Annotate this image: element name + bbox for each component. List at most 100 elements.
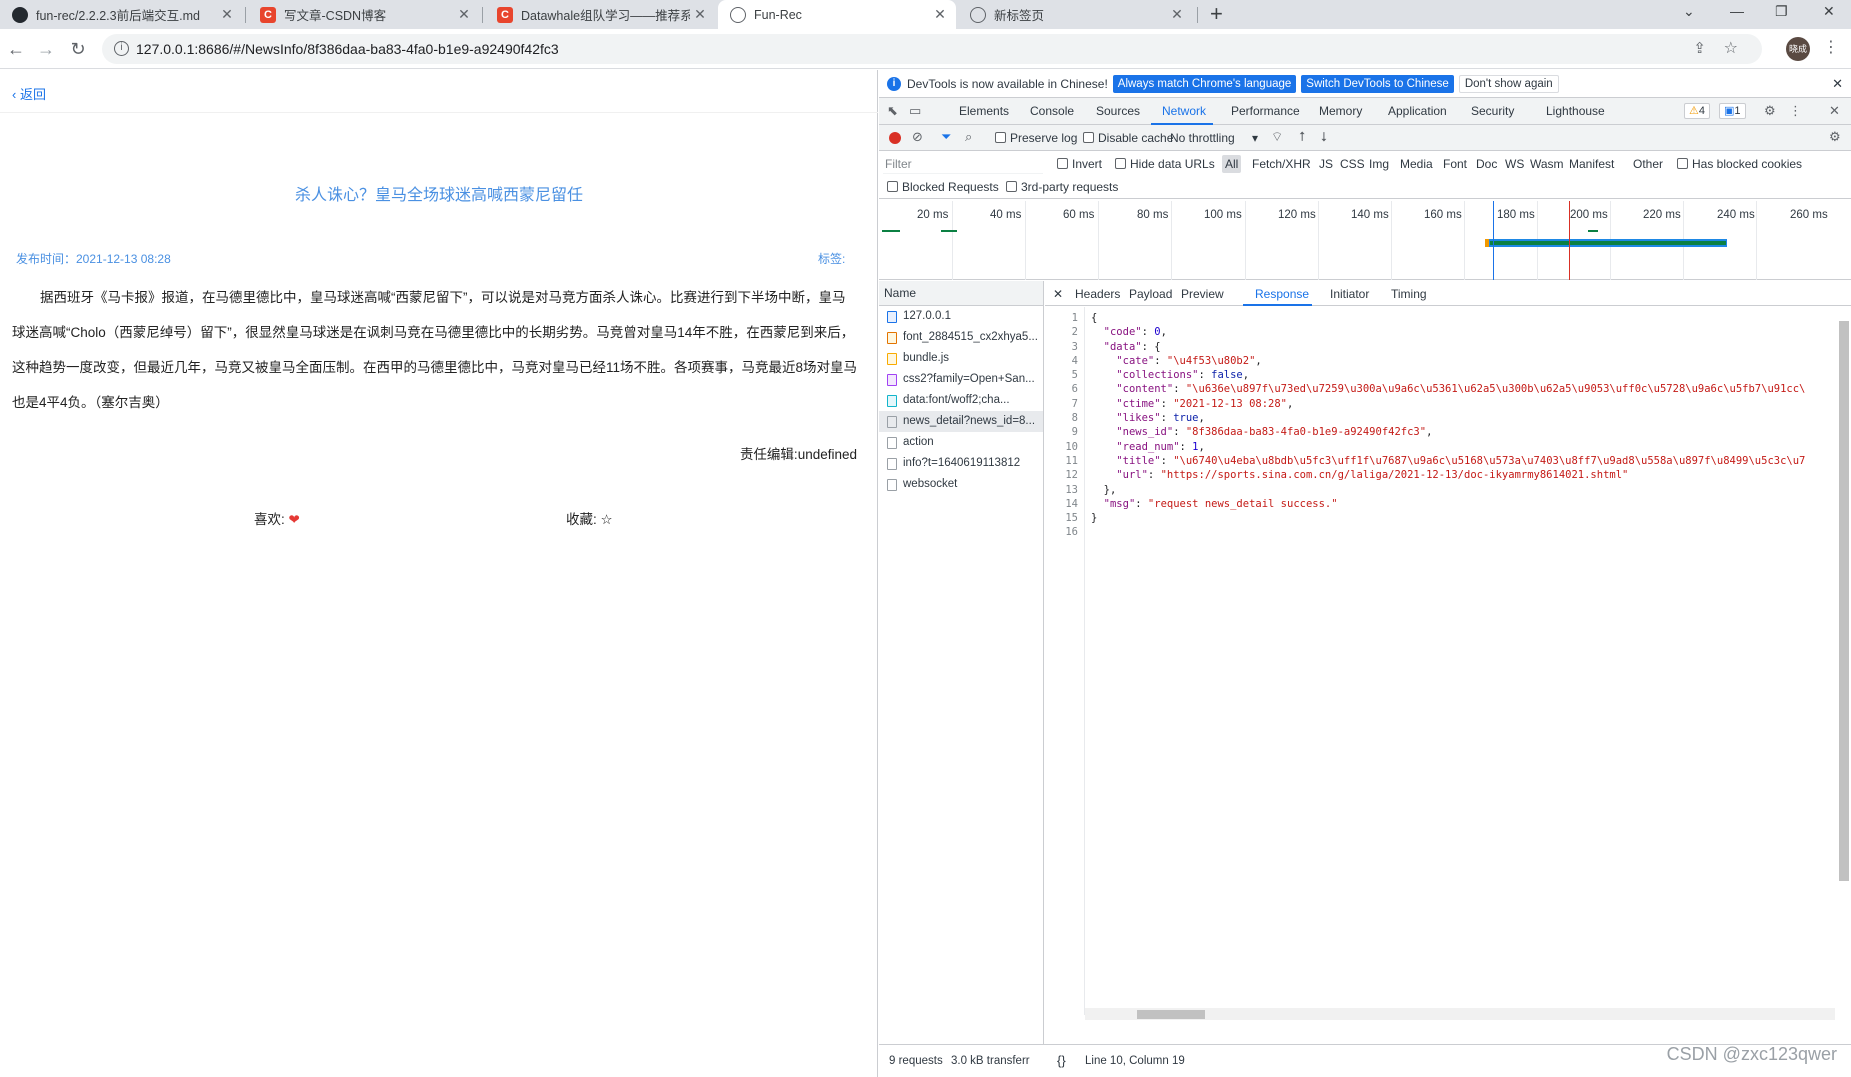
tab-application[interactable]: Application	[1388, 104, 1447, 118]
filter-icon[interactable]: ⏷	[941, 129, 951, 145]
request-row[interactable]: websocket	[879, 474, 1043, 495]
tab-memory[interactable]: Memory	[1319, 104, 1362, 118]
vertical-scrollbar[interactable]	[1839, 321, 1849, 881]
likes-control[interactable]: 喜欢: ❤	[254, 508, 300, 528]
filter-type-ws[interactable]: WS	[1505, 157, 1524, 171]
invert-checkbox[interactable]: Invert	[1057, 157, 1102, 171]
filter-type-css[interactable]: CSS	[1340, 157, 1365, 171]
device-toolbar-icon[interactable]: ▭	[909, 103, 921, 119]
response-json-text[interactable]: { "code": 0, "data": { "cate": "\u4f53\u…	[1091, 311, 1805, 540]
tab-network[interactable]: Network	[1162, 104, 1206, 118]
request-row[interactable]: action	[879, 432, 1043, 453]
site-info-icon[interactable]: i	[114, 41, 129, 56]
switch-to-chinese-button[interactable]: Switch DevTools to Chinese	[1301, 74, 1454, 93]
share-icon[interactable]: ⇪	[1693, 39, 1706, 57]
throttling-select[interactable]: No throttling ▾	[1170, 131, 1258, 145]
tab-search-chevron-icon[interactable]: ⌄	[1683, 3, 1695, 20]
blocked-requests-checkbox[interactable]: Blocked Requests	[887, 180, 999, 194]
minimize-button[interactable]: —	[1730, 3, 1744, 19]
request-row[interactable]: css2?family=Open+San...	[879, 369, 1043, 390]
always-match-language-button[interactable]: Always match Chrome's language	[1112, 74, 1297, 93]
tab-timing[interactable]: Timing	[1391, 287, 1427, 301]
tab-payload[interactable]: Payload	[1129, 287, 1172, 301]
close-devtools-icon[interactable]: ✕	[1829, 103, 1840, 119]
star-outline-icon[interactable]: ☆	[601, 512, 613, 527]
avatar[interactable]: 晓成	[1786, 37, 1810, 61]
browser-tab-datawhale[interactable]: C Datawhale组队学习——推荐系 ✕	[485, 0, 716, 29]
back-link[interactable]: ‹ 返回	[12, 84, 46, 103]
request-row[interactable]: bundle.js	[879, 348, 1043, 369]
url-text[interactable]: 127.0.0.1:8686/#/NewsInfo/8f386daa-ba83-…	[136, 41, 559, 57]
network-settings-gear-icon[interactable]: ⚙	[1829, 129, 1841, 145]
request-row-selected[interactable]: news_detail?news_id=8...	[879, 411, 1043, 432]
request-row[interactable]: font_2884515_cx2xhya5...	[879, 327, 1043, 348]
tab-lighthouse[interactable]: Lighthouse	[1546, 104, 1605, 118]
browser-tab-csdn-write[interactable]: C 写文章-CSDN博客 ✕	[248, 0, 480, 29]
record-icon[interactable]	[889, 132, 901, 144]
address-bar[interactable]: i 127.0.0.1:8686/#/NewsInfo/8f386daa-ba8…	[102, 34, 1762, 64]
filter-type-fetch-xhr[interactable]: Fetch/XHR	[1252, 157, 1311, 171]
network-timeline-overview[interactable]: 20 ms 40 ms 60 ms 80 ms 100 ms 120 ms 14…	[879, 201, 1851, 280]
hide-data-urls-checkbox[interactable]: Hide data URLs	[1115, 157, 1215, 171]
more-options-icon[interactable]: ⋮	[1789, 103, 1802, 119]
tab-security[interactable]: Security	[1471, 104, 1514, 118]
tab-initiator[interactable]: Initiator	[1330, 287, 1369, 301]
filter-type-doc[interactable]: Doc	[1476, 157, 1497, 171]
request-row[interactable]: info?t=1640619113812	[879, 453, 1043, 474]
settings-gear-icon[interactable]: ⚙	[1764, 103, 1776, 119]
pretty-print-icon[interactable]: {}	[1057, 1053, 1066, 1068]
clear-icon[interactable]: ⊘	[912, 129, 923, 145]
close-icon[interactable]: ✕	[690, 6, 710, 23]
request-row[interactable]: data:font/woff2;cha...	[879, 390, 1043, 411]
tab-preview[interactable]: Preview	[1181, 287, 1224, 301]
column-header-name[interactable]: Name	[879, 281, 1043, 306]
close-icon[interactable]: ✕	[1167, 6, 1187, 23]
bookmark-star-icon[interactable]: ☆	[1724, 38, 1738, 58]
collect-control[interactable]: 收藏: ☆	[566, 508, 613, 528]
browser-tab-fun-rec[interactable]: Fun-Rec ✕	[718, 0, 956, 29]
browser-tab-fun-rec-md[interactable]: fun-rec/2.2.2.3前后端交互.md ✕	[0, 0, 243, 29]
filter-type-media[interactable]: Media	[1400, 157, 1433, 171]
network-conditions-icon[interactable]: ⌔	[1271, 129, 1283, 145]
filter-type-js[interactable]: JS	[1319, 157, 1333, 171]
inspect-element-icon[interactable]: ⬉	[887, 103, 898, 119]
export-har-icon[interactable]: ⭣	[1321, 129, 1327, 145]
tab-elements[interactable]: Elements	[959, 104, 1009, 118]
filter-type-font[interactable]: Font	[1443, 157, 1467, 171]
window-close-button[interactable]: ✕	[1823, 3, 1835, 20]
restore-button[interactable]: ❐	[1775, 3, 1788, 20]
tab-headers[interactable]: Headers	[1075, 287, 1120, 301]
filter-type-img[interactable]: Img	[1369, 157, 1389, 171]
search-icon[interactable]: ⌕	[965, 129, 972, 145]
has-blocked-cookies-checkbox[interactable]: Has blocked cookies	[1677, 157, 1802, 171]
filter-type-other[interactable]: Other	[1633, 157, 1663, 171]
messages-badge[interactable]: ▣1	[1719, 103, 1746, 119]
filter-input[interactable]: Filter	[883, 154, 1043, 174]
disable-cache-checkbox[interactable]: Disable cache	[1083, 131, 1173, 145]
response-body[interactable]: 1 2 3 4 5 6 7 8 9 10 11 12 13 14 15 16 { "code": 0, "da…	[1045, 307, 1835, 1015]
tab-console[interactable]: Console	[1030, 104, 1074, 118]
filter-type-manifest[interactable]: Manifest	[1569, 157, 1614, 171]
back-arrow-icon[interactable]: ←	[2, 36, 30, 62]
request-row[interactable]: 127.0.0.1	[879, 306, 1043, 327]
close-detail-icon[interactable]: ✕	[1053, 287, 1063, 301]
dont-show-again-button[interactable]: Don't show again	[1458, 74, 1559, 93]
filter-type-wasm[interactable]: Wasm	[1530, 157, 1564, 171]
tab-response[interactable]: Response	[1255, 287, 1309, 301]
close-icon[interactable]: ✕	[454, 6, 474, 23]
heart-icon[interactable]: ❤	[289, 512, 300, 527]
tab-sources[interactable]: Sources	[1096, 104, 1140, 118]
horizontal-scrollbar-track[interactable]	[1085, 1008, 1835, 1020]
filter-type-all[interactable]: All	[1222, 155, 1242, 173]
close-icon[interactable]: ✕	[217, 6, 237, 23]
preserve-log-checkbox[interactable]: Preserve log	[995, 131, 1077, 145]
close-icon[interactable]: ✕	[1832, 76, 1843, 92]
third-party-requests-checkbox[interactable]: 3rd-party requests	[1006, 180, 1118, 194]
tab-performance[interactable]: Performance	[1231, 104, 1300, 118]
new-tab-button[interactable]: +	[1210, 1, 1223, 27]
browser-menu-icon[interactable]: ⋮	[1823, 37, 1839, 57]
close-icon[interactable]: ✕	[930, 6, 950, 23]
warnings-badge[interactable]: ⚠4	[1684, 103, 1710, 119]
import-har-icon[interactable]: ⭡	[1299, 129, 1305, 145]
horizontal-scrollbar-thumb[interactable]	[1137, 1010, 1205, 1019]
